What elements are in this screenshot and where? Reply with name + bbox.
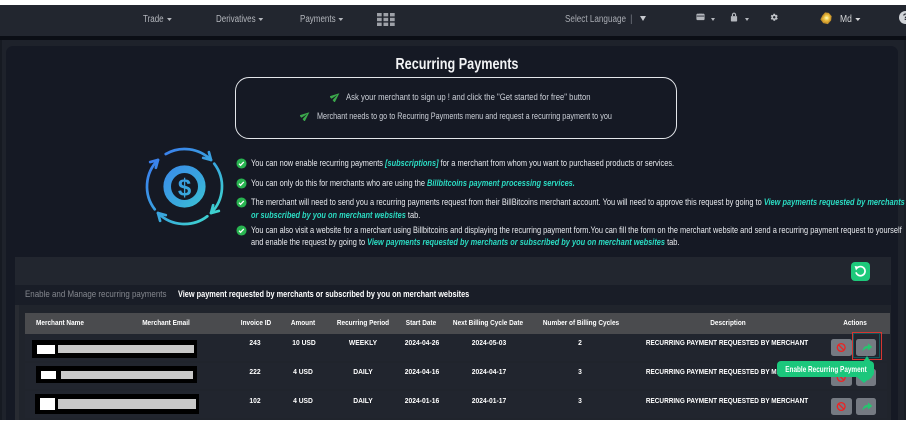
svg-text:$: $: [178, 175, 192, 202]
